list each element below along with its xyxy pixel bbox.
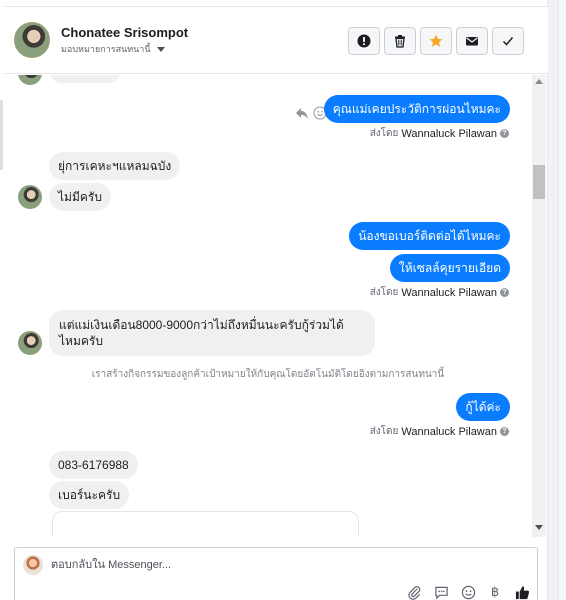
check-icon (502, 37, 514, 46)
assign-conversation-dropdown[interactable]: มอบหมายการสนทนานี้ (61, 42, 165, 56)
emoji-icon[interactable] (459, 584, 477, 600)
help-icon[interactable]: ? (500, 129, 509, 138)
mail-button[interactable] (456, 27, 488, 55)
star-icon (429, 34, 443, 47)
right-background (548, 0, 566, 600)
delete-button[interactable] (384, 27, 416, 55)
sent-by-prefix: ส่งโดย (369, 128, 399, 139)
attach-icon[interactable] (405, 584, 423, 600)
reply-composer: ฿ (14, 547, 538, 600)
contact-avatar-small (18, 75, 42, 85)
contact-name[interactable]: Chonatee Srisompot (61, 25, 188, 40)
message-thread[interactable]: คุณแม่เคยประวัติการผ่อนไหมคะ ส่งโดย Wann… (4, 75, 532, 537)
scroll-down-arrow-icon[interactable] (535, 525, 543, 530)
thread-scrollbar[interactable] (532, 75, 546, 537)
scrollbar-thumb[interactable] (533, 165, 545, 199)
sent-by-prefix: ส่งโดย (369, 426, 399, 437)
message-bubble-incoming[interactable]: 083-6176988 (49, 451, 138, 479)
mark-done-button[interactable] (492, 27, 524, 55)
help-icon[interactable]: ? (500, 427, 509, 436)
message-bubble-outgoing[interactable]: กู้ได้ค่ะ (456, 393, 510, 421)
message-bubble-outgoing[interactable]: คุณแม่เคยประวัติการผ่อนไหมคะ (323, 95, 510, 123)
assign-label: มอบหมายการสนทนานี้ (61, 44, 151, 54)
sent-by-label: ส่งโดย Wannaluck Pilawan ? (370, 285, 509, 300)
message-bubble-incoming[interactable]: เบอร์นะครับ (49, 481, 130, 509)
message-bubble-incoming[interactable]: ไม่มีครับ (49, 183, 111, 211)
alert-button[interactable] (348, 27, 380, 55)
sender-name[interactable]: Wannaluck Pilawan (401, 128, 497, 140)
trash-icon (395, 35, 405, 48)
star-button[interactable] (420, 27, 452, 55)
mail-icon (466, 37, 478, 46)
contact-avatar-small (18, 331, 42, 355)
reply-icon[interactable] (295, 106, 309, 120)
message-bubble-outgoing[interactable]: น้องขอเบอร์ติดต่อได้ไหมคะ (349, 222, 510, 250)
saved-replies-icon[interactable] (432, 584, 450, 600)
scroll-up-arrow-icon[interactable] (535, 79, 543, 84)
message-bubble-incoming[interactable]: แต่แม่เงินเดือน8000-9000กว่าไม่ถึงหมื่นน… (49, 310, 375, 356)
conversation-header: Chonatee Srisompot มอบหมายการสนทนานี้ (4, 6, 548, 74)
contact-avatar[interactable] (14, 22, 50, 58)
payment-icon[interactable]: ฿ (486, 584, 504, 600)
message-bubble-incoming-clipped[interactable] (49, 75, 121, 83)
message-bubble-outgoing[interactable]: ให้เซลล์คุยรายเอียด (389, 254, 510, 282)
system-note: เราสร้างกิจกรรมของลูกค้าเป้าหมายให้กับคุ… (91, 369, 445, 380)
like-icon[interactable] (513, 584, 531, 600)
alert-icon (357, 34, 371, 48)
reply-input[interactable] (51, 556, 451, 574)
sent-by-label: ส่งโดย Wannaluck Pilawan ? (370, 126, 509, 141)
contact-avatar-small (18, 185, 42, 209)
chevron-down-icon (156, 46, 165, 52)
help-icon[interactable]: ? (500, 288, 509, 297)
attachment-card[interactable] (52, 511, 359, 537)
page-scrollbar[interactable] (558, 0, 566, 600)
sent-by-label: ส่งโดย Wannaluck Pilawan ? (370, 424, 509, 439)
composer-toolbar: ฿ (405, 584, 531, 600)
sent-by-prefix: ส่งโดย (369, 287, 399, 298)
left-scroll-indicator (0, 100, 3, 170)
message-bubble-incoming[interactable]: ยุ่การเคหะฯแหลมฉบัง (49, 152, 181, 180)
page-avatar (23, 555, 43, 575)
sender-name[interactable]: Wannaluck Pilawan (401, 426, 497, 438)
sender-name[interactable]: Wannaluck Pilawan (401, 287, 497, 299)
